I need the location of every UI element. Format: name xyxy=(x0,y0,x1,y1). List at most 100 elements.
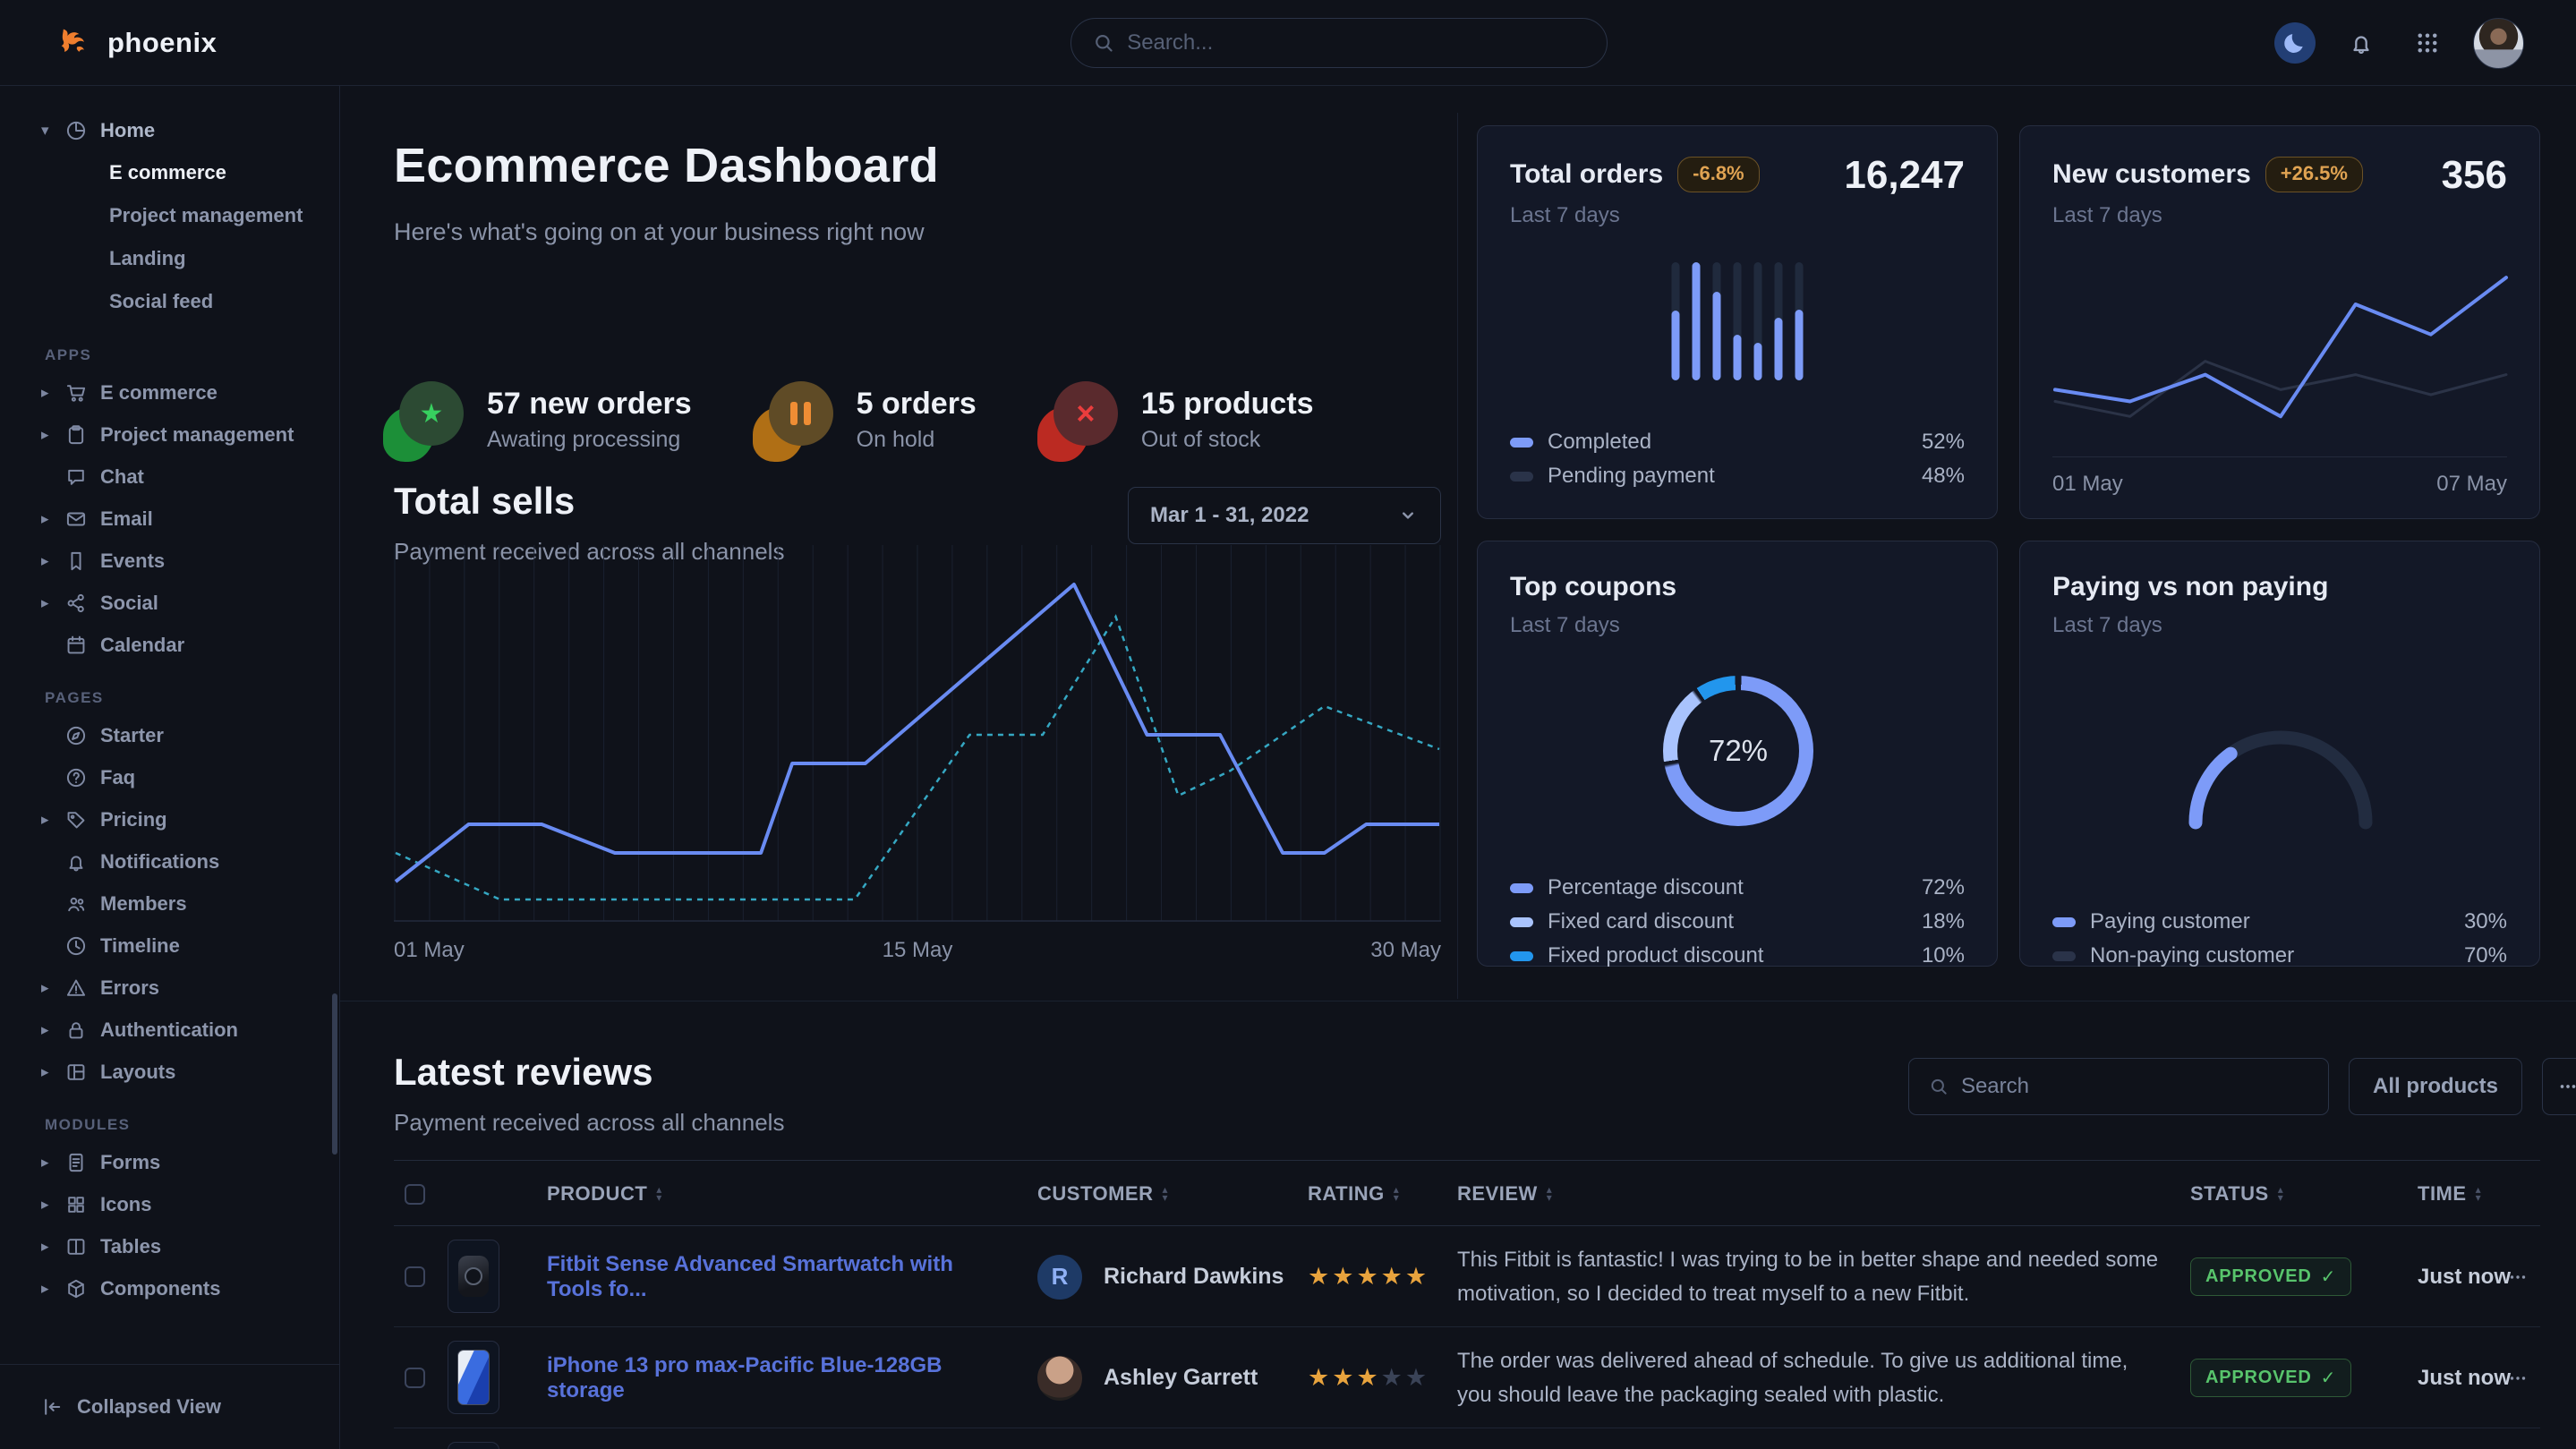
legend-value: 70% xyxy=(2464,943,2507,968)
star-icon: ★ xyxy=(1405,1263,1429,1291)
page-title: Ecommerce Dashboard xyxy=(394,138,939,193)
sidebar-item-landing[interactable]: Landing xyxy=(0,237,339,280)
bar xyxy=(1775,262,1783,380)
sidebar-label: Starter xyxy=(100,724,164,747)
sidebar-scrollbar[interactable] xyxy=(332,993,337,1155)
sidebar-item-components[interactable]: ▸ Components xyxy=(0,1267,339,1309)
reviews-more-button[interactable] xyxy=(2542,1058,2576,1115)
sidebar-label: Email xyxy=(100,507,153,531)
brand-logo[interactable]: phoenix xyxy=(55,23,217,63)
sidebar-item-forms[interactable]: ▸ Forms xyxy=(0,1141,339,1183)
sidebar-item-icons[interactable]: ▸ Icons xyxy=(0,1183,339,1225)
product-link[interactable]: iPhone 13 pro max-Pacific Blue-128GB sto… xyxy=(547,1353,1012,1403)
bar xyxy=(1734,262,1742,380)
sort-icon[interactable]: ▴▾ xyxy=(1394,1186,1400,1202)
moon-icon xyxy=(2282,30,2308,56)
caret-right-icon: ▸ xyxy=(41,1021,64,1039)
sort-icon[interactable]: ▴▾ xyxy=(2278,1186,2284,1202)
customer-avatar-initial: R xyxy=(1037,1255,1082,1300)
notifications-button[interactable] xyxy=(2341,22,2382,64)
column-label: REVIEW xyxy=(1457,1182,1538,1206)
caret-right-icon: ▸ xyxy=(41,552,64,570)
sidebar-item-e-commerce[interactable]: E commerce xyxy=(0,151,339,194)
column-header-status[interactable]: STATUS ▴▾ xyxy=(2190,1161,2283,1227)
legend-value: 52% xyxy=(1922,430,1965,455)
trend-badge: +26.5% xyxy=(2265,157,2363,192)
sidebar-item-social-feed[interactable]: Social feed xyxy=(0,280,339,323)
sidebar-group-home[interactable]: ▾ Home xyxy=(0,109,339,151)
row-actions-button[interactable] xyxy=(2506,1327,2529,1428)
sidebar-item-email[interactable]: ▸ Email xyxy=(0,498,339,540)
collapse-sidebar-button[interactable]: Collapsed View xyxy=(0,1364,339,1449)
sidebar-label: Authentication xyxy=(100,1019,238,1042)
column-header-review[interactable]: REVIEW ▴▾ xyxy=(1457,1161,1552,1227)
all-products-button[interactable]: All products xyxy=(2349,1058,2522,1115)
user-avatar[interactable] xyxy=(2473,18,2524,69)
row-actions-button[interactable] xyxy=(2506,1226,2529,1327)
legend-label: Non-paying customer xyxy=(2090,943,2294,968)
sidebar-item-layouts[interactable]: ▸ Layouts xyxy=(0,1051,339,1093)
sidebar-item-pricing[interactable]: ▸ Pricing xyxy=(0,798,339,840)
theme-toggle-button[interactable] xyxy=(2274,22,2316,64)
grid-icon xyxy=(2414,30,2441,56)
stat-subtitle: Out of stock xyxy=(1141,427,1314,453)
reviews-search-input[interactable] xyxy=(1961,1074,2308,1099)
apps-menu-button[interactable] xyxy=(2407,22,2448,64)
page-subtitle: Here's what's going on at your business … xyxy=(394,218,925,246)
file-icon xyxy=(64,1151,88,1174)
row-checkbox[interactable] xyxy=(405,1368,425,1388)
review-time: Just now xyxy=(2418,1366,2511,1391)
column-header-time[interactable]: TIME ▴▾ xyxy=(2418,1161,2481,1227)
sidebar-section-modules: MODULES xyxy=(45,1116,339,1134)
sidebar-item-authentication[interactable]: ▸ Authentication xyxy=(0,1009,339,1051)
row-checkbox[interactable] xyxy=(405,1266,425,1287)
review-text: The order was delivered ahead of schedul… xyxy=(1457,1344,2164,1411)
select-all-checkbox[interactable] xyxy=(405,1184,425,1205)
star-badge-icon: ★ xyxy=(394,381,464,458)
sidebar-item-chat[interactable]: Chat xyxy=(0,456,339,498)
sort-icon[interactable]: ▴▾ xyxy=(1163,1186,1169,1202)
bell-icon xyxy=(64,850,88,874)
compass-icon xyxy=(64,724,88,747)
card-title: Top coupons xyxy=(1510,572,1676,601)
sidebar-item-e-commerce[interactable]: ▸ E commerce xyxy=(0,371,339,413)
sidebar-item-project-management[interactable]: ▸ Project management xyxy=(0,413,339,456)
status-cell: APPROVED ✓ xyxy=(2190,1226,2351,1327)
column-header-product[interactable]: PRODUCT ▴▾ xyxy=(547,1161,662,1227)
sidebar-item-project-management[interactable]: Project management xyxy=(0,194,339,237)
top-coupons-card: Top coupons Last 7 days 72% Percentage d… xyxy=(1477,541,1998,967)
envelope-icon xyxy=(64,507,88,531)
legend-swatch xyxy=(1510,883,1533,893)
status-badge: APPROVED ✓ xyxy=(2190,1257,2351,1296)
sidebar-item-faq[interactable]: Faq xyxy=(0,756,339,798)
global-search[interactable] xyxy=(1070,18,1608,68)
global-search-input[interactable] xyxy=(1127,30,1585,55)
sidebar-label: E commerce xyxy=(100,381,218,405)
stat-5-orders: 5 orders On hold xyxy=(763,381,977,458)
sort-icon[interactable]: ▴▾ xyxy=(2476,1186,2482,1202)
caret-right-icon: ▸ xyxy=(41,1196,64,1214)
reviews-search[interactable] xyxy=(1908,1058,2329,1115)
sidebar-item-starter[interactable]: Starter xyxy=(0,714,339,756)
checkbox-cell xyxy=(405,1226,425,1327)
column-header-rating[interactable]: RATING ▴▾ xyxy=(1308,1161,1399,1227)
paying-card: Paying vs non paying Last 7 days Paying … xyxy=(2019,541,2540,967)
sidebar-item-timeline[interactable]: Timeline xyxy=(0,925,339,967)
x-label-mid: 15 May xyxy=(883,938,953,963)
sidebar-item-members[interactable]: Members xyxy=(0,882,339,925)
sidebar-item-social[interactable]: ▸ Social xyxy=(0,582,339,624)
bar-fill xyxy=(1713,292,1721,380)
caret-right-icon: ▸ xyxy=(41,1154,64,1172)
x-label-start: 01 May xyxy=(2052,472,2123,497)
product-link[interactable]: Fitbit Sense Advanced Smartwatch with To… xyxy=(547,1252,1012,1302)
app-root: phoenix ▾ HomeE commerceProject manageme… xyxy=(0,0,2576,1449)
sidebar-item-notifications[interactable]: Notifications xyxy=(0,840,339,882)
date-range-select[interactable]: Mar 1 - 31, 2022 xyxy=(1128,487,1441,544)
sort-icon[interactable]: ▴▾ xyxy=(656,1186,662,1202)
sidebar-item-tables[interactable]: ▸ Tables xyxy=(0,1225,339,1267)
sidebar-item-events[interactable]: ▸ Events xyxy=(0,540,339,582)
sidebar-item-calendar[interactable]: Calendar xyxy=(0,624,339,666)
sidebar-item-errors[interactable]: ▸ Errors xyxy=(0,967,339,1009)
sort-icon[interactable]: ▴▾ xyxy=(1547,1186,1553,1202)
column-header-customer[interactable]: CUSTOMER ▴▾ xyxy=(1037,1161,1168,1227)
